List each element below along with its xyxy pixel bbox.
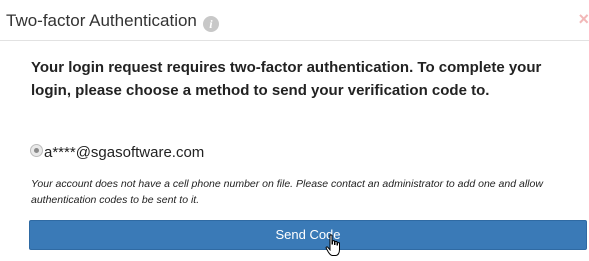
dialog-title: Two-factor Authentication i (6, 11, 219, 32)
auth-message: Your login request requires two-factor a… (31, 59, 542, 99)
dialog-header: Two-factor Authentication i × (0, 0, 589, 41)
radio-selected-dot (34, 148, 39, 153)
close-icon[interactable]: × (578, 9, 589, 30)
dialog-title-text: Two-factor Authentication (6, 11, 197, 30)
two-factor-dialog: Two-factor Authentication i × Your login … (0, 0, 589, 261)
send-code-button[interactable]: Send Code (29, 220, 587, 250)
email-method-radio[interactable] (30, 144, 43, 157)
no-phone-notice: Your account does not have a cell phone … (31, 178, 543, 206)
email-method-label[interactable]: a****@sgasoftware.com (44, 144, 204, 161)
email-method-option[interactable]: a****@sgasoftware.com (30, 144, 204, 161)
info-icon[interactable]: i (202, 16, 219, 32)
hand-pointer-icon (325, 234, 340, 256)
